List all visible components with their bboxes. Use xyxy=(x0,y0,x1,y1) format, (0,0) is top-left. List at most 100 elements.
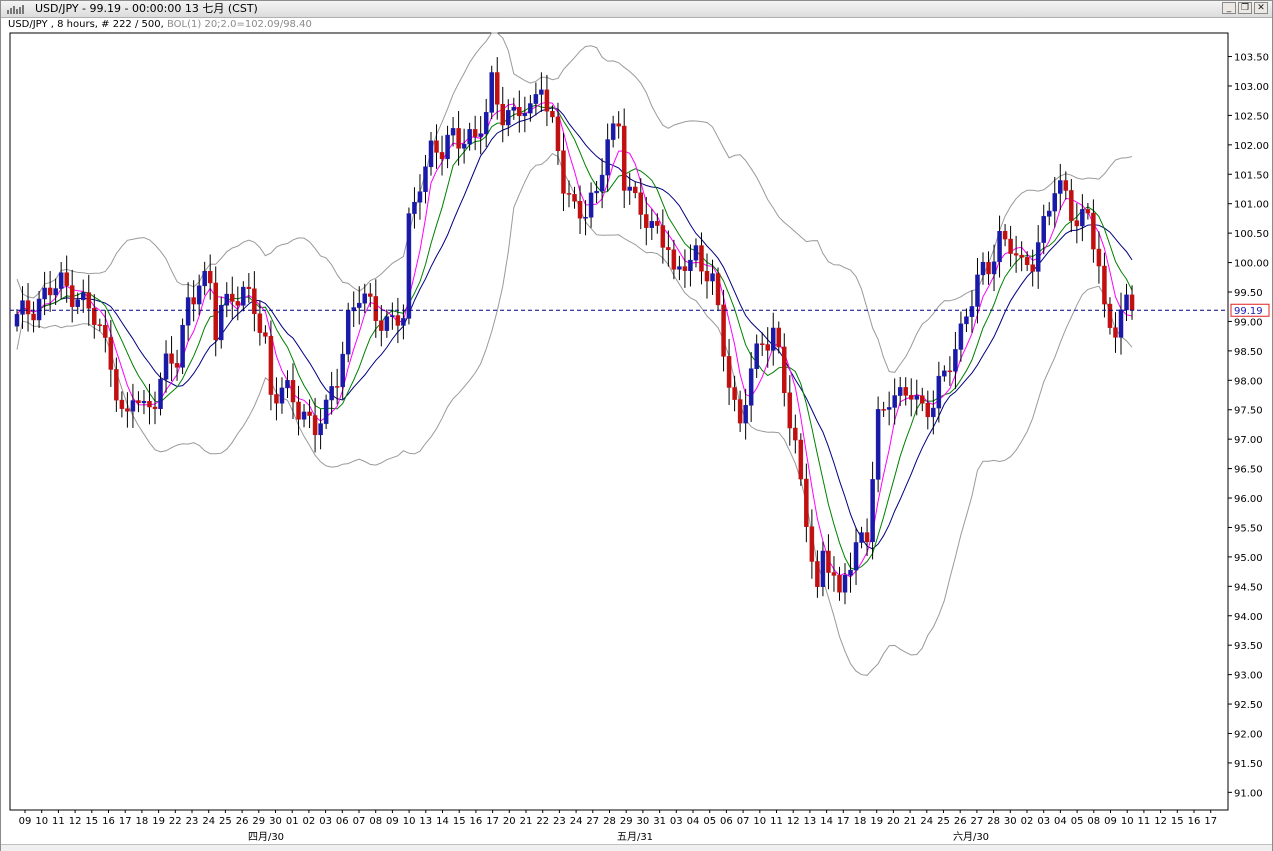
candle-body xyxy=(666,247,671,250)
candle-body xyxy=(14,314,20,327)
candle-body xyxy=(1052,193,1058,212)
candle-body xyxy=(958,323,964,350)
candle-body xyxy=(953,349,958,372)
y-tick-label: 95.50 xyxy=(1234,523,1263,534)
x-tick-label: 23 xyxy=(186,816,199,827)
candle-body xyxy=(599,174,605,192)
candle-body xyxy=(881,409,886,411)
candle-body xyxy=(991,261,997,275)
x-tick-label: 13 xyxy=(804,816,817,827)
candle xyxy=(345,302,351,363)
candle-body xyxy=(1035,242,1041,272)
x-tick-label: 08 xyxy=(1087,816,1100,827)
x-tick-label: 31 xyxy=(653,816,666,827)
candle-body xyxy=(688,259,693,271)
candle-body xyxy=(36,298,42,321)
x-tick-label: 06 xyxy=(336,816,349,827)
y-tick-label: 102.00 xyxy=(1234,141,1269,152)
x-tick-label: 24 xyxy=(920,816,933,827)
candle-body xyxy=(445,134,450,160)
candle-body xyxy=(202,270,207,287)
candle xyxy=(323,394,329,429)
candle-body xyxy=(770,327,776,351)
candle xyxy=(489,65,494,120)
candle-body xyxy=(704,270,710,282)
candle-body xyxy=(759,343,765,345)
horizontal-scrollbar[interactable] xyxy=(1,844,1272,851)
candle-body xyxy=(86,292,92,309)
candle-body xyxy=(257,313,263,333)
y-tick-label: 96.00 xyxy=(1234,494,1263,505)
candle-body xyxy=(69,285,75,307)
candle-body xyxy=(1124,294,1129,311)
candle-body xyxy=(103,324,108,338)
x-tick-label: 12 xyxy=(69,816,82,827)
plot-frame xyxy=(9,32,1229,811)
candle-body xyxy=(108,337,114,370)
y-tick-label: 103.00 xyxy=(1234,82,1269,93)
candle-body xyxy=(566,193,572,195)
candle-body xyxy=(936,375,942,409)
candle-body xyxy=(158,378,163,410)
candle-body xyxy=(897,387,903,396)
x-tick-label: 18 xyxy=(136,816,149,827)
candle-body xyxy=(555,116,561,152)
candle-body xyxy=(307,411,312,416)
x-tick-label: 21 xyxy=(520,816,533,827)
candle-body xyxy=(522,112,528,117)
x-tick-label: 22 xyxy=(536,816,549,827)
candle-body xyxy=(815,561,820,587)
candle-body xyxy=(401,318,406,326)
x-tick-label: 11 xyxy=(52,816,65,827)
candle-body xyxy=(776,327,782,348)
candle-body xyxy=(754,343,759,369)
candle-body xyxy=(726,356,732,388)
candle-body xyxy=(632,186,638,194)
x-tick-label: 09 xyxy=(386,816,399,827)
y-tick-label: 93.50 xyxy=(1234,641,1263,652)
candle-body xyxy=(660,225,666,248)
candle-body xyxy=(114,369,119,401)
candle-body xyxy=(903,387,908,396)
candle-body xyxy=(478,133,483,137)
candle-body xyxy=(506,110,511,126)
candle-body xyxy=(329,386,334,401)
candle-body xyxy=(550,110,555,118)
candle-body xyxy=(279,387,285,404)
candle-body xyxy=(798,439,804,480)
candle-body xyxy=(417,191,423,203)
candle-body xyxy=(456,128,461,149)
candle-body xyxy=(782,346,787,394)
candle-body xyxy=(964,316,969,325)
candle-body xyxy=(390,315,395,317)
candle-body xyxy=(58,272,64,289)
candle-body xyxy=(163,353,169,380)
candle-body xyxy=(804,478,809,527)
candle-body xyxy=(64,272,69,286)
x-tick-label: 04 xyxy=(687,816,700,827)
x-tick-label: 14 xyxy=(436,816,449,827)
x-tick-label: 27 xyxy=(586,816,599,827)
candle-body xyxy=(406,213,412,319)
x-tick-label: 10 xyxy=(753,816,766,827)
candle-body xyxy=(185,297,191,326)
x-tick-label: 09 xyxy=(1104,816,1117,827)
x-tick-label: 02 xyxy=(303,816,316,827)
y-tick-label: 101.00 xyxy=(1234,200,1269,211)
candle-body xyxy=(886,407,892,410)
candle-body xyxy=(428,140,434,168)
candle-body xyxy=(235,301,241,306)
candle-body xyxy=(461,143,467,149)
candle-body xyxy=(644,214,649,228)
x-tick-label: 16 xyxy=(1188,816,1201,827)
candle-body xyxy=(610,123,616,140)
x-tick-label: 10 xyxy=(403,816,416,827)
candle-body xyxy=(224,293,230,306)
candle-body xyxy=(334,386,340,388)
x-tick-label: 28 xyxy=(603,816,616,827)
x-tick-label: 04 xyxy=(1054,816,1067,827)
price-chart[interactable]: 99.19 91.00 91.50 92.00 92.50 93.00 93.50 94.0… xyxy=(1,1,1272,850)
y-tick-label: 96.50 xyxy=(1234,465,1263,476)
candle-body xyxy=(649,221,655,228)
x-tick-label: 02 xyxy=(1021,816,1034,827)
